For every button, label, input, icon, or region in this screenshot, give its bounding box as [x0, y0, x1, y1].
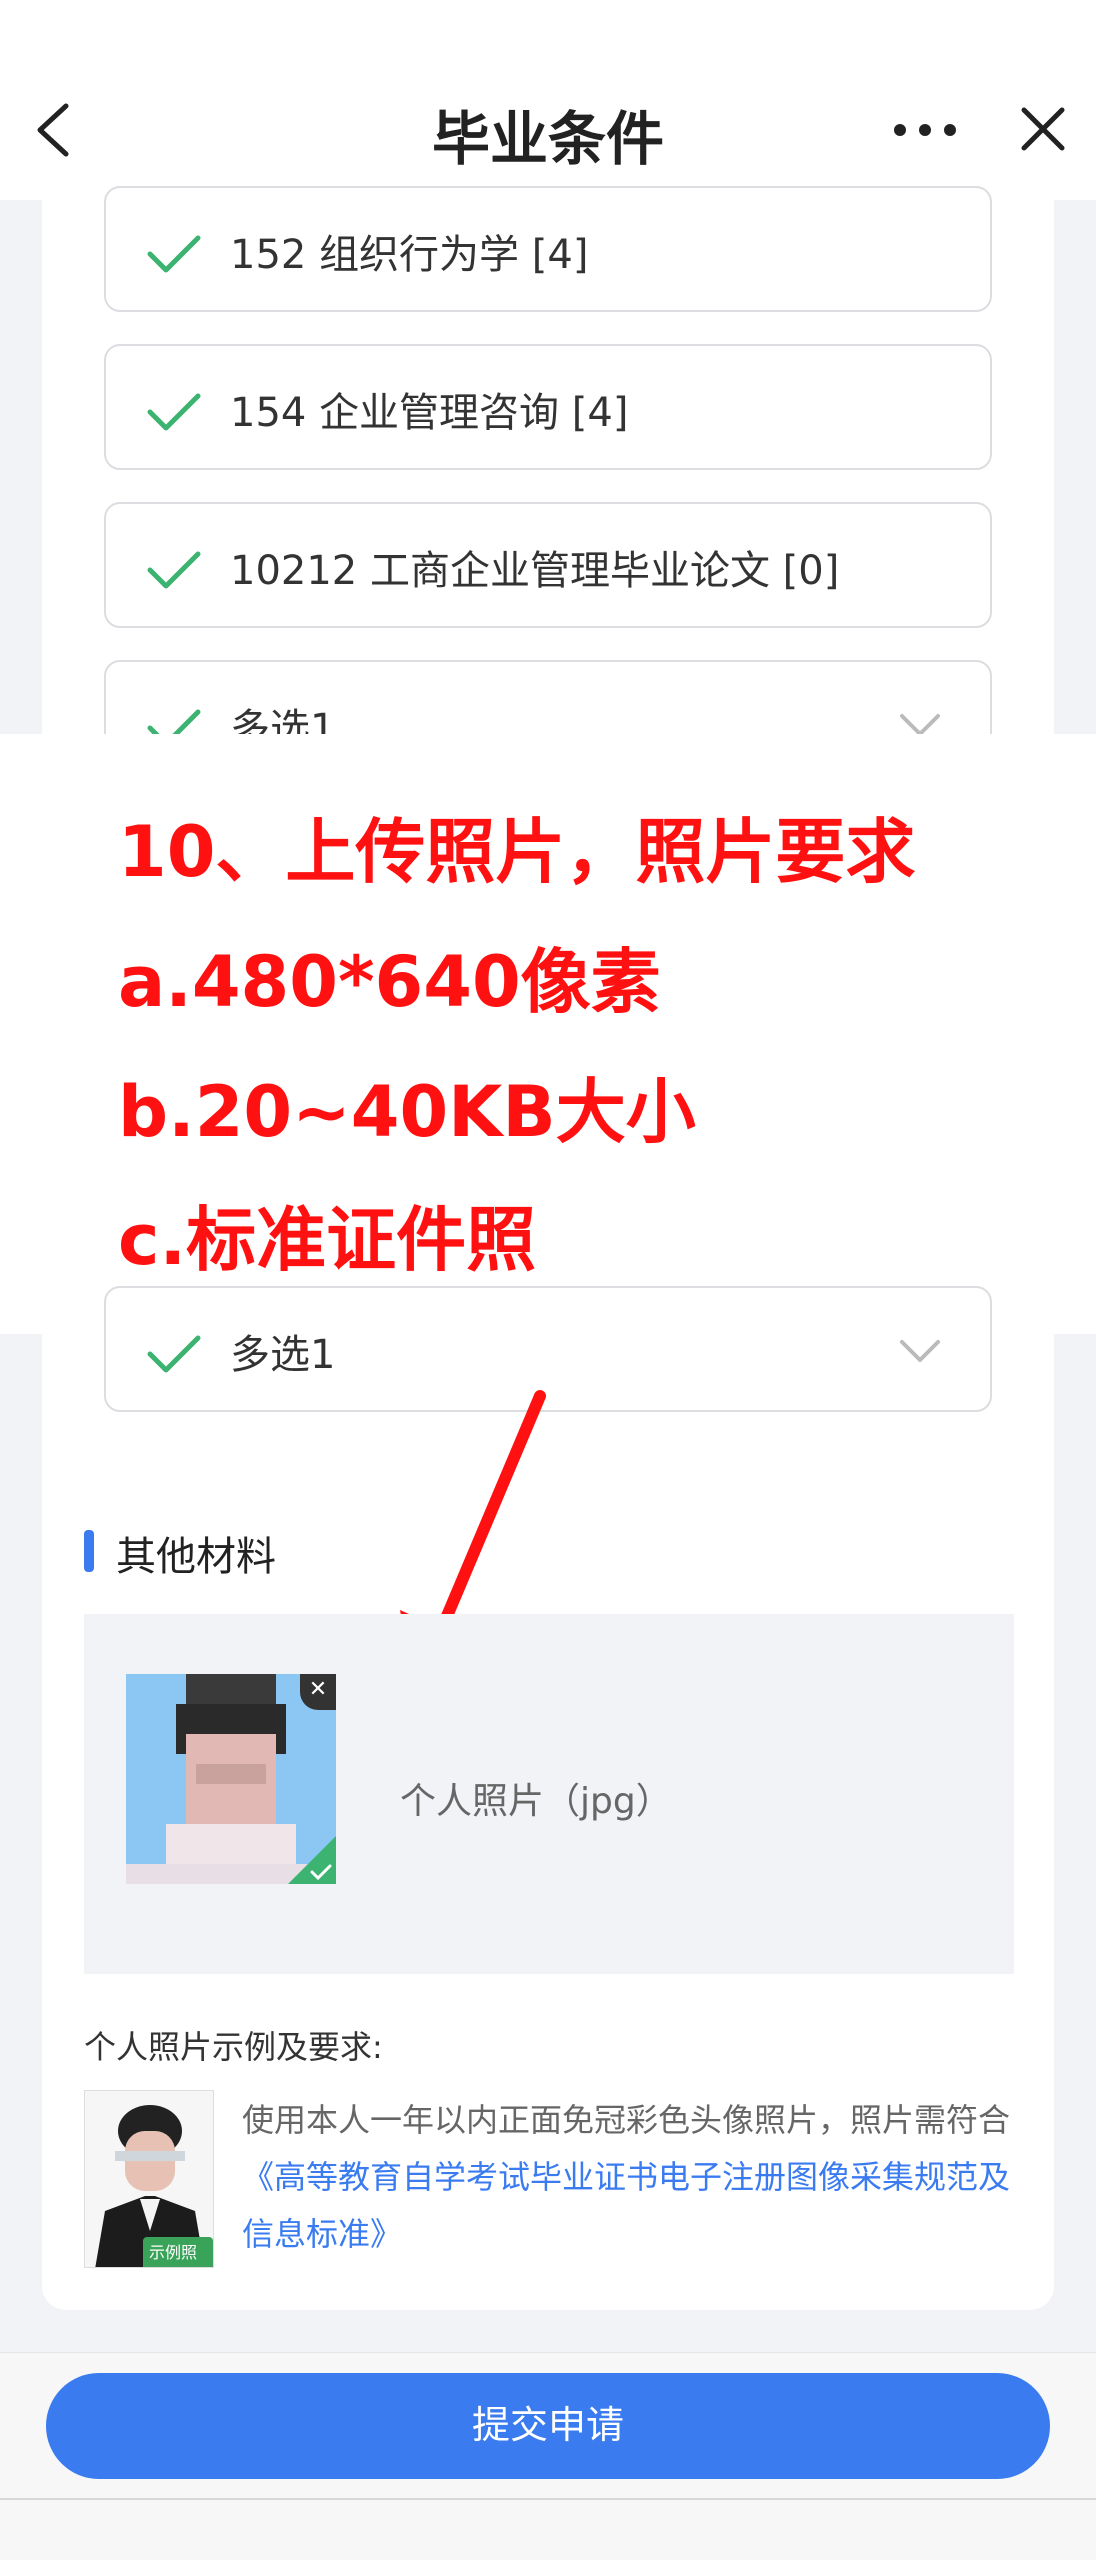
annotation-line: c.标准证件照: [118, 1199, 537, 1281]
uploaded-photo[interactable]: ✕: [126, 1674, 336, 1884]
check-icon: [147, 393, 201, 431]
annotation-overlay: 10、上传照片，照片要求 a.480*640像素 b.20~40KB大小 c.标…: [0, 734, 1096, 1334]
sample-badge: 示例照片: [143, 2237, 213, 2267]
section-marker: [84, 1530, 94, 1572]
annotation-line: a.480*640像素: [118, 941, 661, 1023]
requirements-title: 个人照片示例及要求:: [84, 2028, 383, 2066]
elective-label: 多选1: [230, 1332, 336, 1378]
requirements-text-prefix: 使用本人一年以内正面免冠彩色头像照片，照片需符合: [242, 2101, 1011, 2139]
annotation-line: 10、上传照片，照片要求: [118, 811, 916, 893]
submit-button[interactable]: 提交申请: [46, 2373, 1050, 2479]
course-label: 154 企业管理咨询 [4]: [230, 390, 629, 436]
check-icon: [147, 235, 201, 273]
more-icon[interactable]: [890, 110, 960, 150]
delete-icon[interactable]: ✕: [300, 1674, 336, 1710]
course-label: 152 组织行为学 [4]: [230, 232, 589, 278]
top-bar: 毕业条件: [0, 0, 1096, 200]
check-icon: [147, 1335, 201, 1373]
upload-area[interactable]: ✕ 个人照片（jpg）: [84, 1614, 1014, 1974]
home-indicator-divider: [0, 2498, 1096, 2500]
upload-ok-icon: [288, 1836, 336, 1884]
course-label: 10212 工商企业管理毕业论文 [0]: [230, 548, 840, 594]
standard-link[interactable]: 《高等教育自学考试毕业证书电子注册图像采集规范及信息标准》: [242, 2158, 1010, 2253]
section-title: 其他材料: [116, 1534, 276, 1580]
annotation-line: b.20~40KB大小: [118, 1071, 696, 1153]
requirements-text: 使用本人一年以内正面免冠彩色头像照片，照片需符合 《高等教育自学考试毕业证书电子…: [242, 2092, 1022, 2263]
check-icon: [147, 551, 201, 589]
close-icon[interactable]: [1018, 104, 1068, 154]
chevron-down-icon[interactable]: [898, 1338, 942, 1366]
sample-photo: 示例照片: [84, 2090, 214, 2268]
bottom-bar: 提交申请: [0, 2352, 1096, 2560]
course-item[interactable]: 154 企业管理咨询 [4]: [104, 344, 992, 470]
upload-label: 个人照片（jpg）: [400, 1781, 672, 1822]
course-item[interactable]: 152 组织行为学 [4]: [104, 186, 992, 312]
course-item[interactable]: 10212 工商企业管理毕业论文 [0]: [104, 502, 992, 628]
